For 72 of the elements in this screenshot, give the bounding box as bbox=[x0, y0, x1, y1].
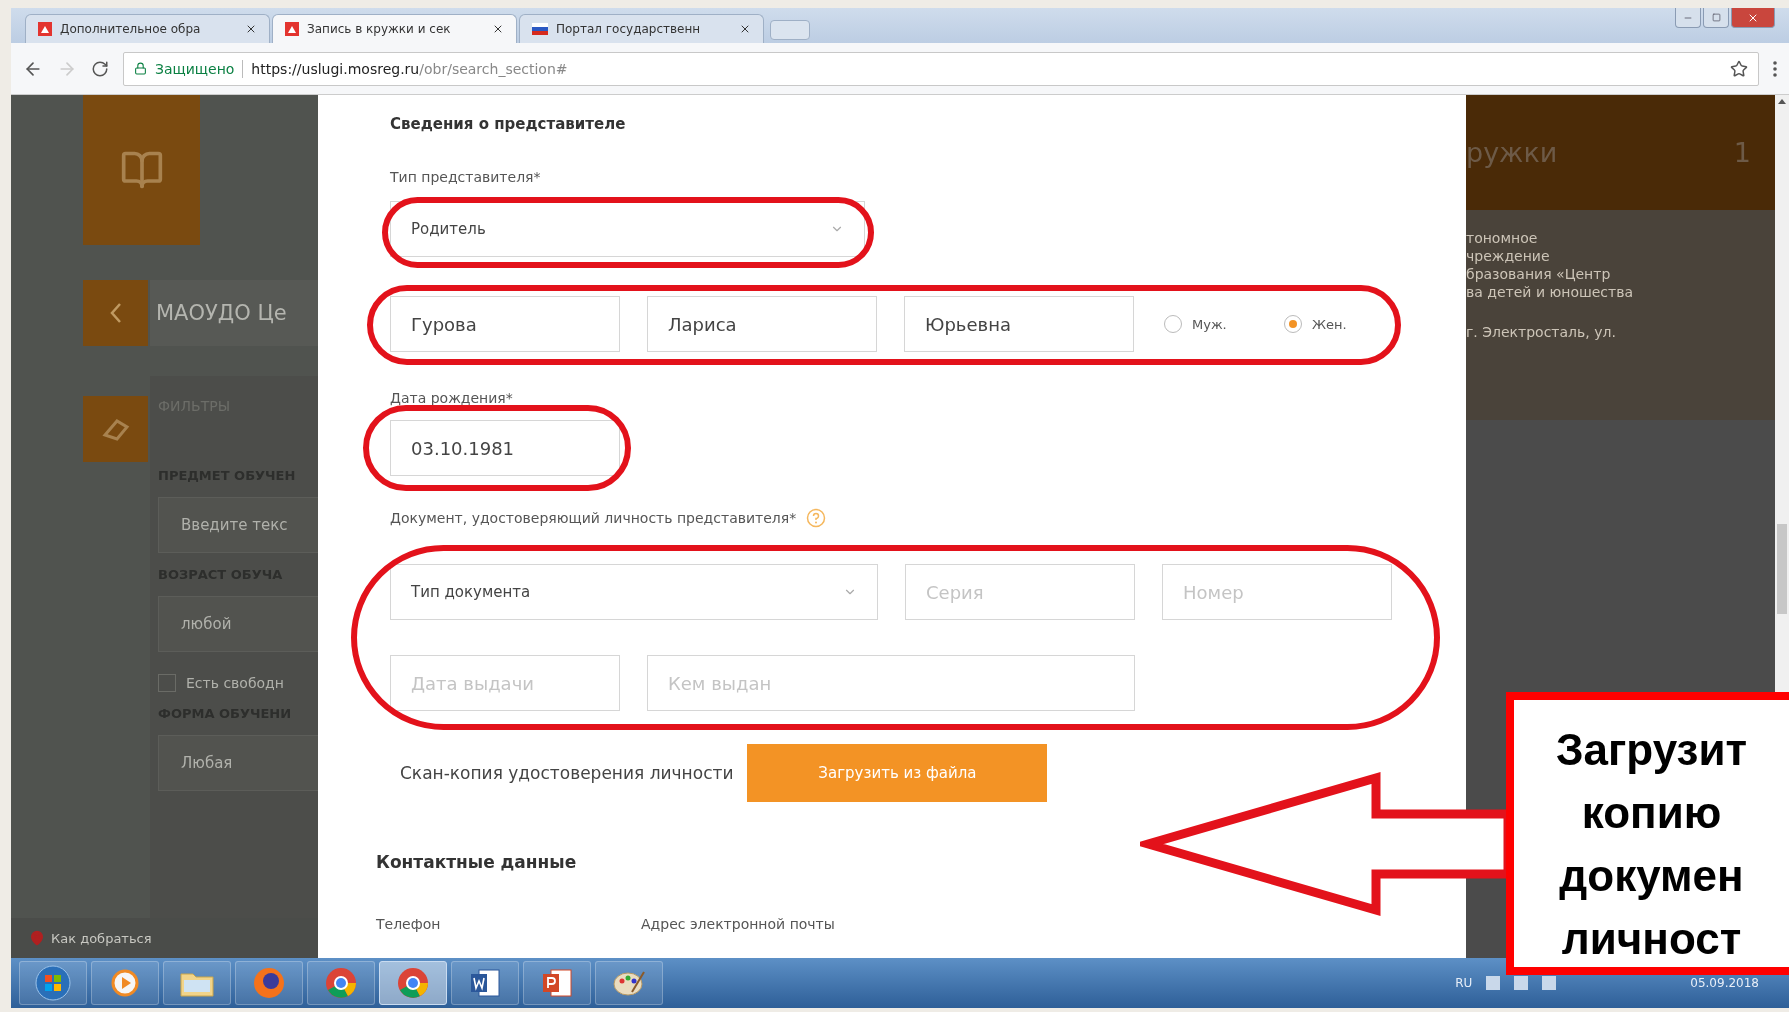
powerpoint-icon bbox=[541, 968, 573, 998]
radio-label: Муж. bbox=[1192, 316, 1227, 332]
birth-date-field[interactable]: 03.10.1981 bbox=[390, 420, 620, 476]
field-label: Дата рождения* bbox=[390, 389, 514, 408]
address-bar[interactable]: Защищено https://uslugi.mosreg.ru/obr/search_section# bbox=[123, 51, 1759, 86]
close-icon[interactable] bbox=[492, 23, 504, 35]
reload-button[interactable] bbox=[91, 59, 109, 78]
organization-title: МАОУДО Це bbox=[150, 280, 318, 346]
card-text-line: тономное bbox=[1466, 230, 1539, 246]
security-label: Защищено bbox=[155, 60, 235, 77]
lock-icon bbox=[134, 62, 147, 75]
callout-text: Загрузит копию докумен личност bbox=[1555, 724, 1748, 965]
radio-label: Жен. bbox=[1312, 316, 1347, 332]
new-tab-button[interactable] bbox=[770, 20, 810, 40]
name-input-field[interactable]: Лариса bbox=[647, 296, 877, 352]
results-title: ружки bbox=[1466, 137, 1558, 168]
section-title: Сведения о представителе bbox=[390, 115, 627, 135]
result-card[interactable]: тономное чреждение бразования «Центр ва детей и юношества г. Электросталь, ул. bbox=[1466, 210, 1775, 420]
scroll-up-icon bbox=[1778, 99, 1786, 104]
filter-select[interactable]: Любая bbox=[158, 735, 318, 791]
browser-tab[interactable]: Дополнительное обра bbox=[25, 14, 270, 43]
filter-checkbox[interactable] bbox=[158, 674, 176, 692]
chevron-left-icon bbox=[109, 302, 122, 324]
menu-icon bbox=[1773, 60, 1777, 77]
card-text-line: чреждение bbox=[1466, 248, 1551, 264]
close-icon[interactable] bbox=[739, 23, 751, 35]
language-indicator[interactable]: RU bbox=[1455, 976, 1473, 990]
chrome-icon bbox=[324, 966, 358, 1000]
play-icon bbox=[111, 969, 139, 997]
browser-tab[interactable]: Портал государственн bbox=[519, 14, 764, 43]
name-input-field[interactable]: Юрьевна bbox=[904, 296, 1134, 352]
checkbox-label: Есть свободн bbox=[186, 675, 284, 691]
taskbar-date: 05.09.2018 bbox=[1690, 976, 1759, 990]
start-orb-icon bbox=[35, 965, 71, 1001]
tray-icon[interactable] bbox=[1542, 976, 1557, 990]
browser-tab[interactable]: Запись в кружки и сек bbox=[272, 14, 517, 43]
close-button[interactable] bbox=[1731, 8, 1775, 28]
url-text: https://uslugi.mosreg.ru/obr/search_section# bbox=[251, 60, 568, 77]
field-label: Телефон bbox=[376, 916, 442, 932]
directions-link[interactable]: Как добраться bbox=[11, 918, 318, 958]
tray-icon[interactable] bbox=[1486, 976, 1501, 990]
map-pin-icon bbox=[29, 930, 45, 946]
card-text-line: ва детей и юношества bbox=[1466, 284, 1635, 300]
field-label: Тип представителя* bbox=[390, 168, 542, 187]
taskbar-app-button[interactable] bbox=[379, 961, 447, 1005]
directions-text: Как добраться bbox=[51, 930, 152, 946]
filter-select[interactable]: любой bbox=[158, 596, 318, 652]
card-text-line: бразования «Центр bbox=[1466, 266, 1612, 282]
chrome-icon bbox=[396, 966, 430, 1000]
filter-search-field[interactable]: Введите текс bbox=[158, 497, 318, 553]
back-tile[interactable] bbox=[83, 280, 148, 346]
results-count: 1 bbox=[1733, 137, 1751, 168]
name-input-field[interactable]: Гурова bbox=[390, 296, 620, 352]
bookmark-star-icon[interactable] bbox=[1730, 59, 1748, 78]
help-icon[interactable] bbox=[806, 508, 827, 528]
word-icon bbox=[469, 968, 501, 998]
scrollbar-thumb[interactable] bbox=[1777, 524, 1787, 614]
field-label: Документ, удостоверяющий личность представителя* bbox=[390, 510, 797, 526]
representative-type-select[interactable]: Родитель bbox=[390, 201, 865, 257]
document-type-select[interactable]: Тип документа bbox=[390, 564, 878, 620]
field-label: Адрес электронной почты bbox=[641, 916, 835, 932]
menu-button[interactable] bbox=[1773, 60, 1777, 77]
minimize-button[interactable] bbox=[1675, 8, 1701, 28]
section-title: Контактные данные bbox=[376, 852, 578, 872]
firefox-icon bbox=[252, 966, 286, 1000]
tray-icon[interactable] bbox=[1514, 976, 1529, 990]
maximize-button[interactable] bbox=[1703, 8, 1729, 28]
close-icon[interactable] bbox=[245, 23, 257, 35]
card-address: г. Электросталь, ул. bbox=[1466, 324, 1617, 340]
scan-copy-label: Скан-копия удостоверения личности bbox=[400, 763, 734, 783]
menu-tile[interactable] bbox=[83, 95, 200, 245]
maximize-icon bbox=[1711, 13, 1721, 22]
